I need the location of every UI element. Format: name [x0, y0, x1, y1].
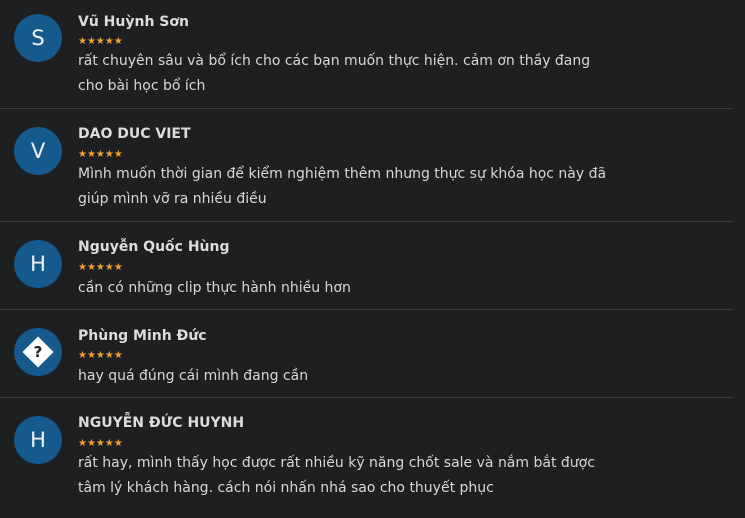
review-item: S Vũ Huỳnh Sơn ★★★★★ rất chuyên sâu và b… — [0, 0, 733, 109]
star-rating: ★★★★★ — [78, 149, 123, 160]
review-comment: Mình muốn thời gian để kiểm nghiệm thêm … — [78, 166, 607, 207]
star-rating: ★★★★★ — [78, 438, 123, 449]
avatar: S — [14, 14, 62, 62]
reviewer-name: Nguyễn Quốc Hùng — [78, 239, 230, 255]
review-item: H NGUYỄN ĐỨC HUYNH ★★★★★ rất hay, mình t… — [0, 398, 733, 518]
review-comment: cần có những clip thực hành nhiều hơn — [78, 280, 351, 296]
review-comment: hay quá đúng cái mình đang cần — [78, 368, 309, 384]
star-rating: ★★★★★ — [78, 262, 123, 273]
avatar: H — [14, 416, 62, 464]
review-comment: rất chuyên sâu và bổ ích cho các bạn muố… — [78, 53, 591, 94]
star-rating: ★★★★★ — [78, 36, 123, 47]
unknown-character-icon: ? — [22, 336, 54, 368]
review-item: H Nguyễn Quốc Hùng ★★★★★ cần có những cl… — [0, 222, 733, 310]
review-item: V DAO DUC VIET ★★★★★ Mình muốn thời gian… — [0, 109, 733, 222]
reviewer-name: DAO DUC VIET — [78, 126, 191, 142]
review-comment: rất hay, mình thấy học được rất nhiều kỹ… — [78, 455, 595, 496]
avatar: ? — [14, 328, 62, 376]
avatar: V — [14, 127, 62, 175]
review-item: ? Phùng Minh Đức ★★★★★ hay quá đúng cái … — [0, 310, 733, 398]
star-rating: ★★★★★ — [78, 350, 123, 361]
review-list: S Vũ Huỳnh Sơn ★★★★★ rất chuyên sâu và b… — [0, 0, 733, 512]
avatar: H — [14, 240, 62, 288]
reviewer-name: Vũ Huỳnh Sơn — [78, 14, 189, 30]
reviewer-name: NGUYỄN ĐỨC HUYNH — [78, 415, 245, 431]
reviewer-name: Phùng Minh Đức — [78, 328, 207, 344]
